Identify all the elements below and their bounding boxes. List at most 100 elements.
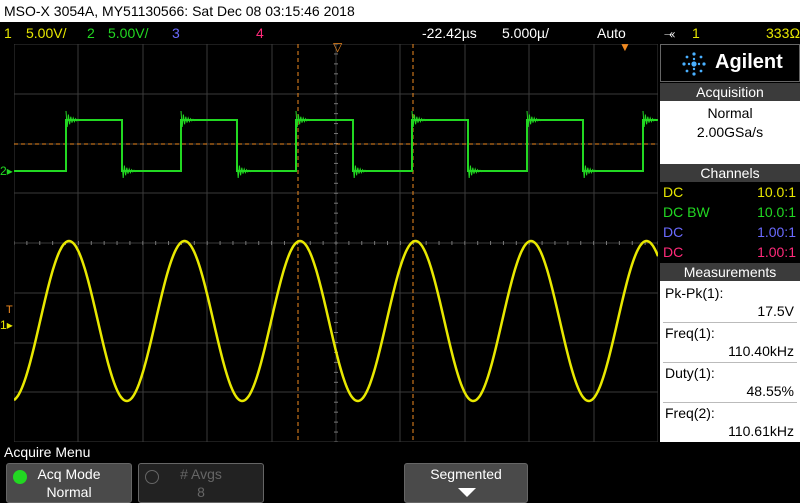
ch1-scale[interactable]: 5.00V/ [26, 22, 66, 44]
axis-tick [464, 241, 466, 245]
axis-tick [334, 103, 338, 105]
axis-tick [77, 241, 79, 245]
meas-divider [663, 362, 797, 363]
delay-reference-marker[interactable]: ▼ [619, 40, 631, 54]
channel-row-1[interactable]: DC 10.0:1 [660, 182, 800, 202]
avgs-label: # Avgs [180, 466, 222, 482]
axis-tick [14, 241, 15, 245]
window-title-bar: MSO-X 3054A, MY51130566: Sat Dec 08 03:1… [0, 0, 800, 22]
axis-tick [193, 241, 195, 245]
axis-tick [168, 241, 170, 245]
ch1-marker-label: 1 [0, 318, 7, 332]
acquisition-header: Acquisition [660, 83, 800, 101]
axis-tick [245, 241, 247, 245]
axis-tick [232, 241, 234, 245]
meas-pkpk-value: 17.5V [757, 303, 794, 319]
axis-tick [129, 241, 131, 245]
axis-tick [334, 361, 338, 363]
axis-tick [554, 241, 556, 245]
axis-tick [334, 242, 338, 244]
submenu-arrow-icon [458, 488, 476, 497]
axis-tick [334, 172, 338, 174]
waveform-display[interactable] [14, 44, 658, 442]
axis-tick [116, 241, 118, 245]
timebase-scale[interactable]: 5.000µ/ [502, 22, 549, 44]
acq-mode-softkey[interactable]: Acq Mode Normal [6, 463, 132, 503]
channel-row-4[interactable]: DC 1.00:1 [660, 242, 800, 262]
axis-tick [103, 241, 105, 245]
agilent-logo: Agilent [660, 44, 800, 82]
ch1-ground-marker[interactable]: 1▸ [0, 318, 14, 332]
avgs-softkey[interactable]: # Avgs 8 [138, 463, 264, 503]
axis-tick [271, 241, 273, 245]
axis-tick [334, 162, 338, 164]
axis-tick [334, 123, 338, 125]
ch2-ground-marker[interactable]: 2▸ [0, 164, 14, 178]
axis-tick [334, 312, 338, 314]
window-title: MSO-X 3054A, MY51130566: Sat Dec 08 03:1… [4, 3, 355, 19]
acq-mode-value: Normal [707, 105, 753, 121]
trigger-edge-icon: ⤛ [664, 25, 676, 41]
axis-tick [155, 241, 157, 245]
axis-tick [334, 421, 338, 423]
channel-row-2[interactable]: DC BW 10.0:1 [660, 202, 800, 222]
ch2-coupling: DC BW [663, 204, 710, 220]
axis-tick [580, 241, 582, 245]
axis-tick [477, 241, 479, 245]
trigger-level-marker[interactable]: T [6, 304, 13, 316]
measurements-box[interactable]: Pk-Pk(1): 17.5V Freq(1): 110.40kHz Duty(… [660, 281, 800, 442]
segmented-softkey[interactable]: Segmented [404, 463, 528, 503]
trigger-level[interactable]: 333Ω [766, 22, 800, 44]
ch2-probe: 10.0:1 [757, 204, 796, 220]
ch2-scale[interactable]: 5.00V/ [108, 22, 148, 44]
ch3-number[interactable]: 3 [172, 22, 180, 44]
axis-tick [322, 241, 324, 245]
channel-row-3[interactable]: DC 1.00:1 [660, 222, 800, 242]
axis-tick [631, 241, 633, 245]
agilent-spark-icon [682, 52, 706, 76]
axis-tick [334, 332, 338, 334]
axis-tick [399, 241, 401, 245]
axis-tick [438, 241, 440, 245]
axis-tick [425, 241, 427, 245]
axis-tick [52, 241, 54, 245]
segmented-label: Segmented [430, 466, 502, 482]
trigger-source[interactable]: 1 [692, 22, 700, 44]
axis-tick [334, 302, 338, 304]
axis-tick [387, 241, 389, 245]
axis-tick [334, 152, 338, 154]
meas-divider [663, 402, 797, 403]
axis-tick [334, 222, 338, 224]
meas-duty-value: 48.55% [746, 383, 794, 399]
axis-tick [334, 282, 338, 284]
ch3-coupling: DC [663, 224, 684, 240]
axis-tick [374, 241, 376, 245]
ch2-number[interactable]: 2 [87, 22, 95, 44]
axis-tick [541, 241, 543, 245]
trigger-position-marker[interactable]: ▽ [333, 40, 342, 54]
axis-tick [334, 212, 338, 214]
axis-tick [334, 252, 338, 254]
axis-tick [334, 391, 338, 393]
axis-tick [348, 241, 350, 245]
sample-rate: 2.00GSa/s [696, 124, 764, 140]
axis-tick [618, 241, 620, 245]
ch4-number[interactable]: 4 [256, 22, 264, 44]
horizontal-delay[interactable]: -22.42µs [422, 22, 477, 44]
ch1-number[interactable]: 1 [4, 22, 12, 44]
axis-tick [219, 241, 221, 245]
scope-status-bar: 1 5.00V/ 2 5.00V/ 3 4 -22.42µs 5.000µ/ A… [0, 22, 800, 44]
axis-tick [334, 272, 338, 274]
axis-tick [334, 73, 338, 75]
info-panel: Agilent Acquisition Normal 2.00GSa/s Cha… [660, 44, 800, 442]
meas-divider [663, 322, 797, 323]
channels-header: Channels [660, 164, 800, 182]
axis-tick [334, 93, 338, 95]
axis-tick [334, 63, 338, 65]
ch1-coupling: DC [663, 184, 684, 200]
axis-tick [39, 241, 41, 245]
axis-tick [334, 83, 338, 85]
axis-tick [334, 113, 338, 115]
axis-tick [502, 241, 504, 245]
axis-tick [258, 241, 260, 245]
